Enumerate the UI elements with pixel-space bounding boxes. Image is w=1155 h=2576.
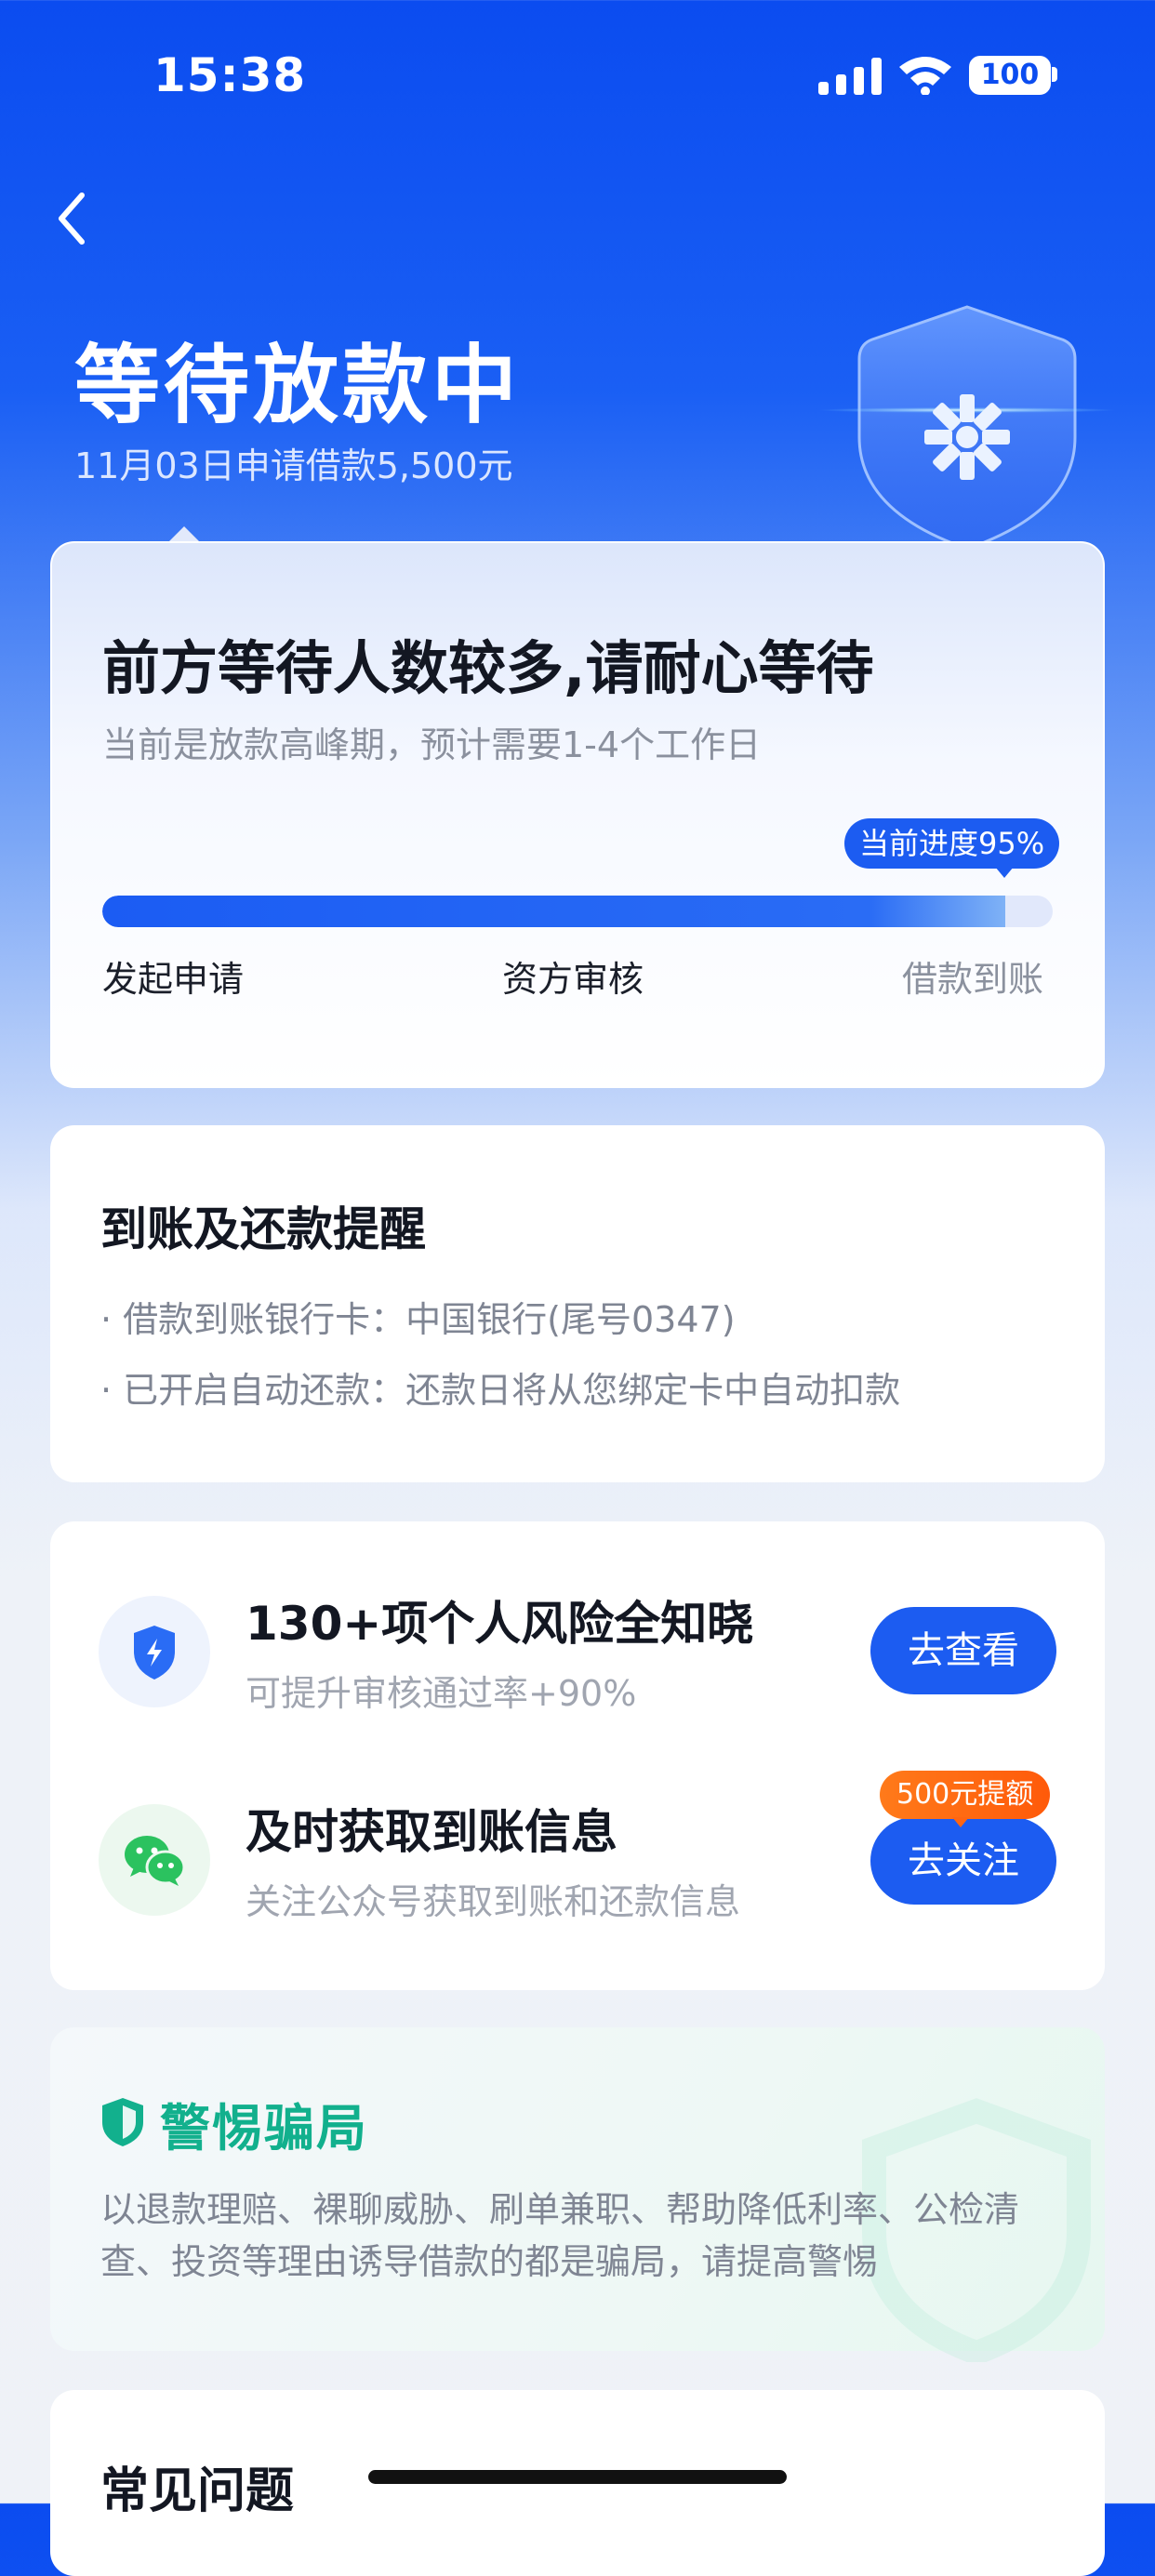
progress-label-badge: 当前进度95%	[844, 818, 1060, 869]
promo-tag-tail	[952, 1817, 969, 1827]
step-apply: 发起申请	[102, 959, 245, 1000]
progress-card-title: 前方等待人数较多,请耐心等待	[102, 634, 874, 702]
reminder-card-title: 到账及还款提醒	[100, 1202, 426, 1256]
page-subtitle: 11月03日申请借款5,500元	[74, 445, 513, 486]
step-review: 资方审核	[502, 959, 644, 1000]
cellular-signal-icon	[818, 58, 882, 95]
view-risk-button[interactable]: 去查看	[870, 1607, 1056, 1694]
reminder-line: · 借款到账银行卡：中国银行(尾号0347)	[100, 1299, 736, 1340]
wechat-icon	[125, 1836, 186, 1886]
risk-report-icon-wrap	[99, 1596, 210, 1707]
lightning-shield-icon	[134, 1626, 175, 1680]
reminder-line-text: 已开启自动还款：还款日将从您绑定卡中自动扣款	[123, 1370, 901, 1411]
status-time: 15:38	[153, 48, 307, 102]
risk-row-title: 130+项个人风险全知晓	[246, 1597, 754, 1651]
wechat-row-title: 及时获取到账信息	[246, 1805, 617, 1859]
reminder-line: · 已开启自动还款：还款日将从您绑定卡中自动扣款	[100, 1370, 901, 1411]
fraud-warning-title: 警惕骗局	[160, 2099, 368, 2158]
battery-tip	[1052, 67, 1057, 82]
risk-row-subtitle: 可提升审核通过率+90%	[246, 1673, 637, 1714]
shield-check-icon	[102, 2098, 143, 2146]
faq-title: 常见问题	[100, 2463, 295, 2519]
progress-card-subtitle: 当前是放款高峰期，预计需要1-4个工作日	[102, 724, 762, 765]
step-arrival: 借款到账	[902, 959, 1044, 1000]
battery-icon: 100	[969, 56, 1051, 95]
reminder-line-text: 借款到账银行卡：中国银行(尾号0347)	[123, 1299, 736, 1340]
follow-wechat-button[interactable]: 去关注	[870, 1817, 1056, 1905]
wifi-icon	[899, 57, 951, 95]
home-indicator	[368, 2470, 787, 2484]
fraud-warning-text: 以退款理赔、裸聊威胁、刷单兼职、帮助降低利率、公检清查、投资等理由诱导借款的都是…	[100, 2189, 1020, 2282]
progress-track	[102, 896, 1053, 927]
wechat-row-subtitle: 关注公众号获取到账和还款信息	[246, 1881, 741, 1922]
progress-fill	[102, 896, 1005, 927]
back-button[interactable]	[45, 186, 100, 251]
shield-illustration	[818, 305, 1116, 551]
page-title: 等待放款中	[74, 336, 522, 435]
promo-tag: 500元提额	[880, 1771, 1051, 1819]
wechat-icon-wrap	[99, 1804, 210, 1916]
progress-badge-tail	[995, 867, 1014, 878]
